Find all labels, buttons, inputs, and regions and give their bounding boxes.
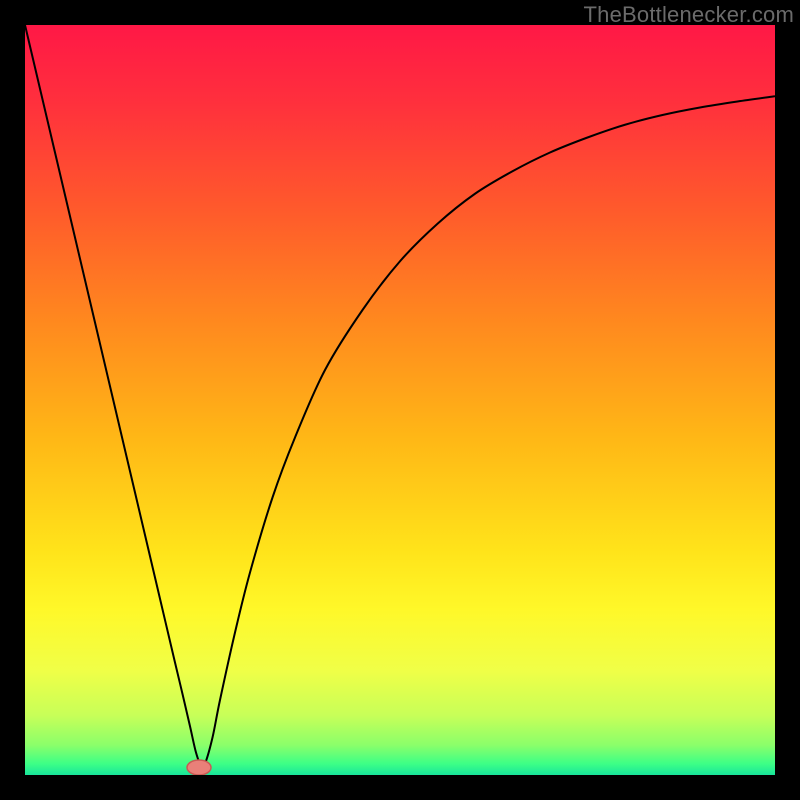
chart-background [25, 25, 775, 775]
optimum-marker [187, 760, 211, 775]
bottleneck-chart [25, 25, 775, 775]
watermark-text: TheBottlenecker.com [584, 2, 794, 28]
chart-frame: TheBottlenecker.com [0, 0, 800, 800]
